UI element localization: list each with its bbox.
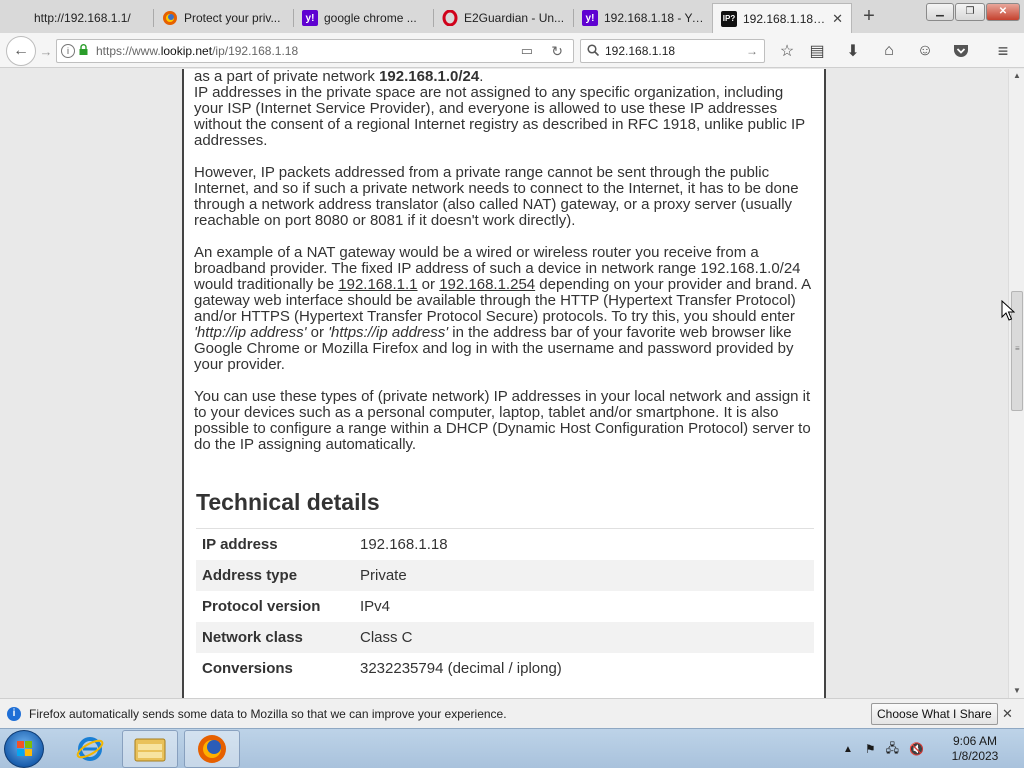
lock-icon [79,44,88,58]
mouse-cursor-icon [1001,300,1015,321]
close-tab-icon[interactable]: ✕ [832,11,843,27]
table-row: Protocol version IPv4 [196,591,814,622]
row-key: Address type [202,567,298,584]
search-icon [587,43,600,59]
internet-explorer-icon [76,737,104,761]
row-value: IPv4 [360,598,391,615]
volume-muted-icon[interactable]: 🔇 [909,742,924,756]
file-explorer-icon [134,738,166,762]
url-text: https://www.lookip.net/ip/192.168.1.18 [96,44,299,58]
network-icon[interactable]: 🖧 [886,739,899,760]
tab-5[interactable]: y! 192.168.1.18 - Ya... [574,3,712,33]
back-arrow-icon: ← [13,42,29,59]
paragraph-nat: However, IP packets addressed from a pri… [194,164,799,229]
search-go-icon[interactable]: → [746,44,758,58]
technical-details-table: IP address 192.168.1.18 Address type Pri… [196,528,814,684]
action-center-flag-icon[interactable]: ⚑ [865,742,876,756]
downloads-icon[interactable]: ⬇ [842,40,864,62]
start-button[interactable] [4,730,44,768]
search-input[interactable]: 192.168.1.18 [605,44,675,58]
system-tray: ▲ ⚑ 🖧 🔇 [843,729,924,768]
firefox-icon [162,10,178,26]
paragraph-usage: You can use these types of (private netw… [194,388,811,453]
bookmark-star-icon[interactable]: ☆ [776,40,798,62]
tab-title: Protect your priv... [184,11,281,25]
close-notification-icon[interactable]: ✕ [1002,706,1013,722]
table-row: Network class Class C [196,622,814,653]
forward-button[interactable]: → [36,41,56,61]
maximize-button[interactable]: ❐ [955,3,985,21]
hamburger-menu-icon[interactable]: ≡ [992,40,1014,62]
row-key: Protocol version [202,598,321,615]
table-row: Address type Private [196,560,814,591]
row-value: 3232235794 (decimal / iplong) [360,660,562,677]
row-key: Conversions [202,660,293,677]
row-key: Network class [202,629,303,646]
paragraph-gateway-example: An example of a NAT gateway would be a w… [194,244,811,373]
grip-icon: ≡ [1015,344,1020,353]
row-value: 192.168.1.18 [360,536,448,553]
info-icon: i [7,706,21,721]
tab-strip: http://192.168.1.1/ Protect your priv...… [0,0,1024,33]
tab-title: google chrome ... [324,11,417,25]
back-button[interactable]: ← [6,36,36,66]
bookmarks-menu-icon[interactable]: ▤ [806,40,828,62]
scroll-down-arrow-icon[interactable]: ▼ [1009,684,1024,698]
clock-date: 1/8/2023 [951,749,999,763]
show-hidden-icons-icon[interactable]: ▲ [843,744,853,755]
tab-title: 192.168.1.18 -... [743,11,827,26]
yahoo-icon: y! [582,10,598,26]
reader-view-icon[interactable]: ▭ [521,43,533,59]
yahoo-icon: y! [302,10,318,26]
link-192-168-1-254[interactable]: 192.168.1.254 [439,276,535,293]
windows-logo-icon [17,741,32,756]
firefox-icon [198,735,226,763]
row-key: IP address [202,536,278,553]
vertical-scrollbar[interactable]: ▲ ≡ ▼ [1008,69,1024,698]
tab-title: http://192.168.1.1/ [34,11,131,25]
system-clock[interactable]: 9:06 AM 1/8/2023 [940,734,1010,764]
content-card: as a part of private network 192.168.1.0… [182,69,826,698]
site-info-icon[interactable]: i [61,44,75,58]
pocket-icon[interactable] [950,40,972,62]
paragraph-network-line: as a part of private network 192.168.1.0… [194,69,484,85]
hello-chat-icon[interactable]: ☺ [914,40,936,62]
opera-icon [442,10,458,26]
minimize-button[interactable]: ▁ [926,3,954,21]
new-tab-button[interactable]: + [859,5,879,27]
page-viewport: as a part of private network 192.168.1.0… [0,69,1008,698]
table-row: Conversions 3232235794 (decimal / iplong… [196,653,814,684]
address-bar[interactable]: i https://www.lookip.net/ip/192.168.1.18… [56,39,574,63]
windows-taskbar: ▲ ⚑ 🖧 🔇 9:06 AM 1/8/2023 [0,728,1024,768]
notification-message: Firefox automatically sends some data to… [29,706,507,721]
row-value: Class C [360,629,413,646]
reload-icon[interactable]: ↻ [551,43,563,60]
table-row: IP address 192.168.1.18 [196,529,814,560]
row-value: Private [360,567,407,584]
scroll-up-arrow-icon[interactable]: ▲ [1009,69,1024,83]
tab-4[interactable]: E2Guardian - Un... [434,3,574,33]
link-192-168-1-1[interactable]: 192.168.1.1 [338,276,417,293]
tab-2[interactable]: Protect your priv... [154,3,294,33]
paragraph-private-space: IP addresses in the private space are no… [194,84,805,149]
tab-6-active[interactable]: IP? 192.168.1.18 -... ✕ [712,3,852,33]
technical-details-heading: Technical details [196,489,380,515]
navigation-toolbar: ← → i https://www.lookip.net/ip/192.168.… [0,33,1024,68]
tab-1[interactable]: http://192.168.1.1/ [4,3,154,33]
home-icon[interactable]: ⌂ [878,40,900,62]
clock-time: 9:06 AM [952,734,998,748]
file-explorer-taskbar-button[interactable] [122,730,178,768]
tab-3[interactable]: y! google chrome ... [294,3,434,33]
lookip-icon: IP? [721,10,737,27]
close-window-button[interactable]: ✕ [986,3,1020,21]
tab-title: E2Guardian - Un... [464,11,565,25]
tab-title: 192.168.1.18 - Ya... [604,11,704,25]
blank-page-icon [12,10,28,26]
search-bar[interactable]: 192.168.1.18 → [580,39,765,63]
choose-what-i-share-button[interactable]: Choose What I Share [871,703,998,725]
notification-bar: i Firefox automatically sends some data … [0,698,1024,728]
firefox-taskbar-button[interactable] [184,730,240,768]
forward-arrow-icon: → [39,43,53,59]
internet-explorer-taskbar-button[interactable] [62,730,118,768]
